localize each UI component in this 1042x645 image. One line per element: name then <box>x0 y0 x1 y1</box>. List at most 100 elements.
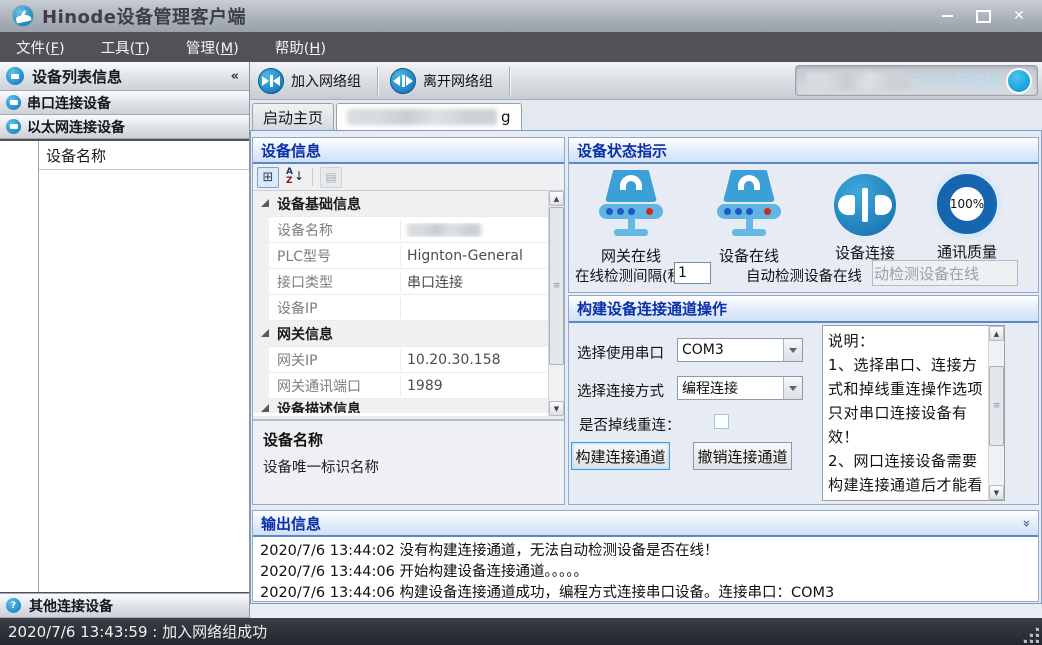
sidebar-item-serial-devices[interactable]: 串口连接设备 <box>0 91 249 115</box>
redacted-device-name-value <box>407 223 481 237</box>
leave-network-icon <box>390 68 416 94</box>
log-line: 2020/7/6 13:44:06 构建设备连接通道成功，编程方式连接串口设备。… <box>260 583 1031 604</box>
chevron-down-icon[interactable] <box>783 377 802 399</box>
serial-port-label: 选择使用串口 <box>577 342 664 363</box>
grid-row-plc-model[interactable]: PLC型号 Hignton-General <box>253 243 549 269</box>
redacted-account-name <box>806 72 910 90</box>
device-connect-icon <box>834 174 896 236</box>
device-status-header: 设备状态指示 <box>569 138 1038 164</box>
serial-device-icon <box>6 95 21 110</box>
alphabetical-sort-icon[interactable]: A Z ↓ <box>283 167 305 188</box>
status-bar: 2020/7/6 13:43:59 : 加入网络组成功 <box>0 618 1042 645</box>
grid-row-gateway-port[interactable]: 网关通讯端口 1989 <box>253 373 549 399</box>
channel-note-text: 说明： 1、选择串口、连接方式和掉线重连操作选项只对串口连接设备有效！ 2、网口… <box>828 329 984 497</box>
close-button[interactable]: ✕ <box>1008 7 1030 25</box>
property-pages-icon: ▤ <box>320 167 342 188</box>
tab-device-page[interactable]: g <box>336 103 522 130</box>
device-list-column-header[interactable]: 设备名称 <box>39 141 249 170</box>
connect-mode-label: 选择连接方式 <box>577 380 664 401</box>
device-info-header: 设备信息 <box>253 138 564 164</box>
maximize-button[interactable] <box>972 7 994 25</box>
device-info-panel: 设备信息 ⊞ A Z ↓ ▤ 设备基础信息 设备名称 <box>252 137 565 505</box>
output-panel: 输出信息 » 2020/7/6 13:44:02 没有构建连接通道，无法自动检测… <box>252 510 1039 602</box>
note-scrollbar[interactable]: ▲ ≡ ▼ <box>988 326 1004 500</box>
chevron-down-icon[interactable] <box>783 339 802 361</box>
interval-input[interactable] <box>674 262 711 284</box>
reconnect-checkbox[interactable] <box>714 414 729 429</box>
reconnect-label: 是否掉线重连： <box>579 414 681 435</box>
scroll-down-icon[interactable]: ▼ <box>549 401 564 416</box>
grid-row-interface-type[interactable]: 接口类型 串口连接 <box>253 269 549 295</box>
indicator-device-connected: 设备连接 <box>807 170 923 263</box>
property-description-box: 设备名称 设备唯一标识名称 <box>253 419 564 504</box>
sidebar-item-other-devices[interactable]: 其他连接设备 <box>0 593 249 618</box>
grid-category-clipped[interactable]: 设备描述信息 <box>253 399 549 413</box>
device-status-panel: 设备状态指示 网关在线 设备在线 设备连接 <box>568 137 1039 293</box>
scrollbar-thumb[interactable]: ≡ <box>549 207 564 365</box>
indicator-gateway-online: 网关在线 <box>573 170 689 266</box>
property-grid-scrollbar[interactable]: ▲ ≡ ▼ <box>548 191 564 416</box>
grid-row-device-ip[interactable]: 设备IP <box>253 295 549 321</box>
output-header: 输出信息 » <box>253 511 1038 537</box>
connect-mode-select[interactable]: 编程连接 <box>677 376 803 400</box>
title-bar: Hinode设备管理客户端 ✕ <box>0 0 1042 32</box>
sidebar-item-ethernet-devices[interactable]: 以太网连接设备 <box>0 115 249 139</box>
auto-detect-button: 自动检测设备在线 <box>872 260 1018 286</box>
device-list-icon <box>6 67 24 85</box>
property-grid: 设备基础信息 设备名称 PLC型号 Hignton-General 接口类型 串… <box>253 191 549 416</box>
menu-manage[interactable]: 管理(M) <box>186 37 239 58</box>
resize-grip-icon[interactable] <box>1023 626 1039 642</box>
collapse-triangle-icon <box>261 329 269 337</box>
auto-detect-label: 自动检测设备在线 <box>746 265 862 286</box>
property-description-title: 设备名称 <box>263 429 554 450</box>
grid-category[interactable]: 网关信息 <box>253 321 549 347</box>
interval-label: 在线检测间隔(秒 <box>575 265 675 286</box>
toolbar-separator <box>377 67 378 95</box>
build-channel-button[interactable]: 构建连接通道 <box>571 442 670 470</box>
sidebar-header[interactable]: 设备列表信息 « <box>0 62 249 91</box>
indicator-device-online: 设备在线 <box>691 170 807 266</box>
grid-row-device-name[interactable]: 设备名称 <box>253 217 549 243</box>
tab-home[interactable]: 启动主页 <box>252 103 334 130</box>
user-avatar-icon[interactable] <box>1006 68 1032 94</box>
build-channel-panel: 构建设备连接通道操作 选择使用串口 COM3 选择连接方式 编程连接 是否掉线重… <box>568 295 1039 505</box>
device-list[interactable]: 设备名称 <box>0 139 249 593</box>
leave-network-button[interactable]: 离开网络组 <box>382 65 505 97</box>
window-title: Hinode设备管理客户端 <box>42 3 246 29</box>
collapse-triangle-icon <box>261 199 269 207</box>
grid-row-gateway-ip[interactable]: 网关IP 10.20.30.158 <box>253 347 549 373</box>
collapse-chevrons-icon[interactable]: » <box>1019 519 1034 527</box>
scroll-down-icon[interactable]: ▼ <box>989 485 1004 500</box>
serial-port-select[interactable]: COM3 <box>677 338 803 362</box>
collapse-triangle-icon <box>261 404 269 412</box>
tab-strip: 启动主页 g <box>250 100 1042 130</box>
device-online-icon <box>716 170 782 242</box>
network-status-label: 已加入网络组 <box>910 70 1000 91</box>
other-device-icon <box>6 598 21 613</box>
log-line: 2020/7/6 13:44:02 没有构建连接通道，无法自动检测设备是否在线！ <box>260 541 1031 562</box>
menu-file[interactable]: 文件(F) <box>16 37 65 58</box>
output-log[interactable]: 2020/7/6 13:44:02 没有构建连接通道，无法自动检测设备是否在线！… <box>253 537 1038 601</box>
scroll-up-icon[interactable]: ▲ <box>549 191 564 206</box>
menu-help[interactable]: 帮助(H) <box>275 37 326 58</box>
device-list-sidebar: 设备列表信息 « 串口连接设备 以太网连接设备 设备名称 其他连接设备 <box>0 62 250 618</box>
grid-category[interactable]: 设备基础信息 <box>253 191 549 217</box>
ethernet-device-icon <box>6 119 21 134</box>
toolbar-separator <box>312 168 313 186</box>
menu-tools[interactable]: 工具(T) <box>101 37 150 58</box>
join-network-button[interactable]: 加入网络组 <box>250 65 373 97</box>
categorized-view-icon[interactable]: ⊞ <box>257 167 279 188</box>
scroll-up-icon[interactable]: ▲ <box>989 326 1004 341</box>
build-channel-header: 构建设备连接通道操作 <box>569 296 1038 323</box>
gateway-online-icon <box>598 170 664 242</box>
minimize-button[interactable] <box>936 7 958 25</box>
sidebar-collapse-icon[interactable]: « <box>231 69 239 84</box>
network-toolbar: 加入网络组 离开网络组 已加入网络组 <box>250 62 1042 100</box>
scrollbar-thumb[interactable]: ≡ <box>989 366 1004 446</box>
sidebar-title: 设备列表信息 <box>32 66 122 87</box>
main-workarea: 设备信息 ⊞ A Z ↓ ▤ 设备基础信息 设备名称 <box>250 130 1042 604</box>
quality-value: 100% <box>950 197 984 211</box>
join-network-icon <box>258 68 284 94</box>
revoke-channel-button[interactable]: 撤销连接通道 <box>693 442 792 470</box>
quality-gauge-icon: 100% <box>937 174 997 234</box>
